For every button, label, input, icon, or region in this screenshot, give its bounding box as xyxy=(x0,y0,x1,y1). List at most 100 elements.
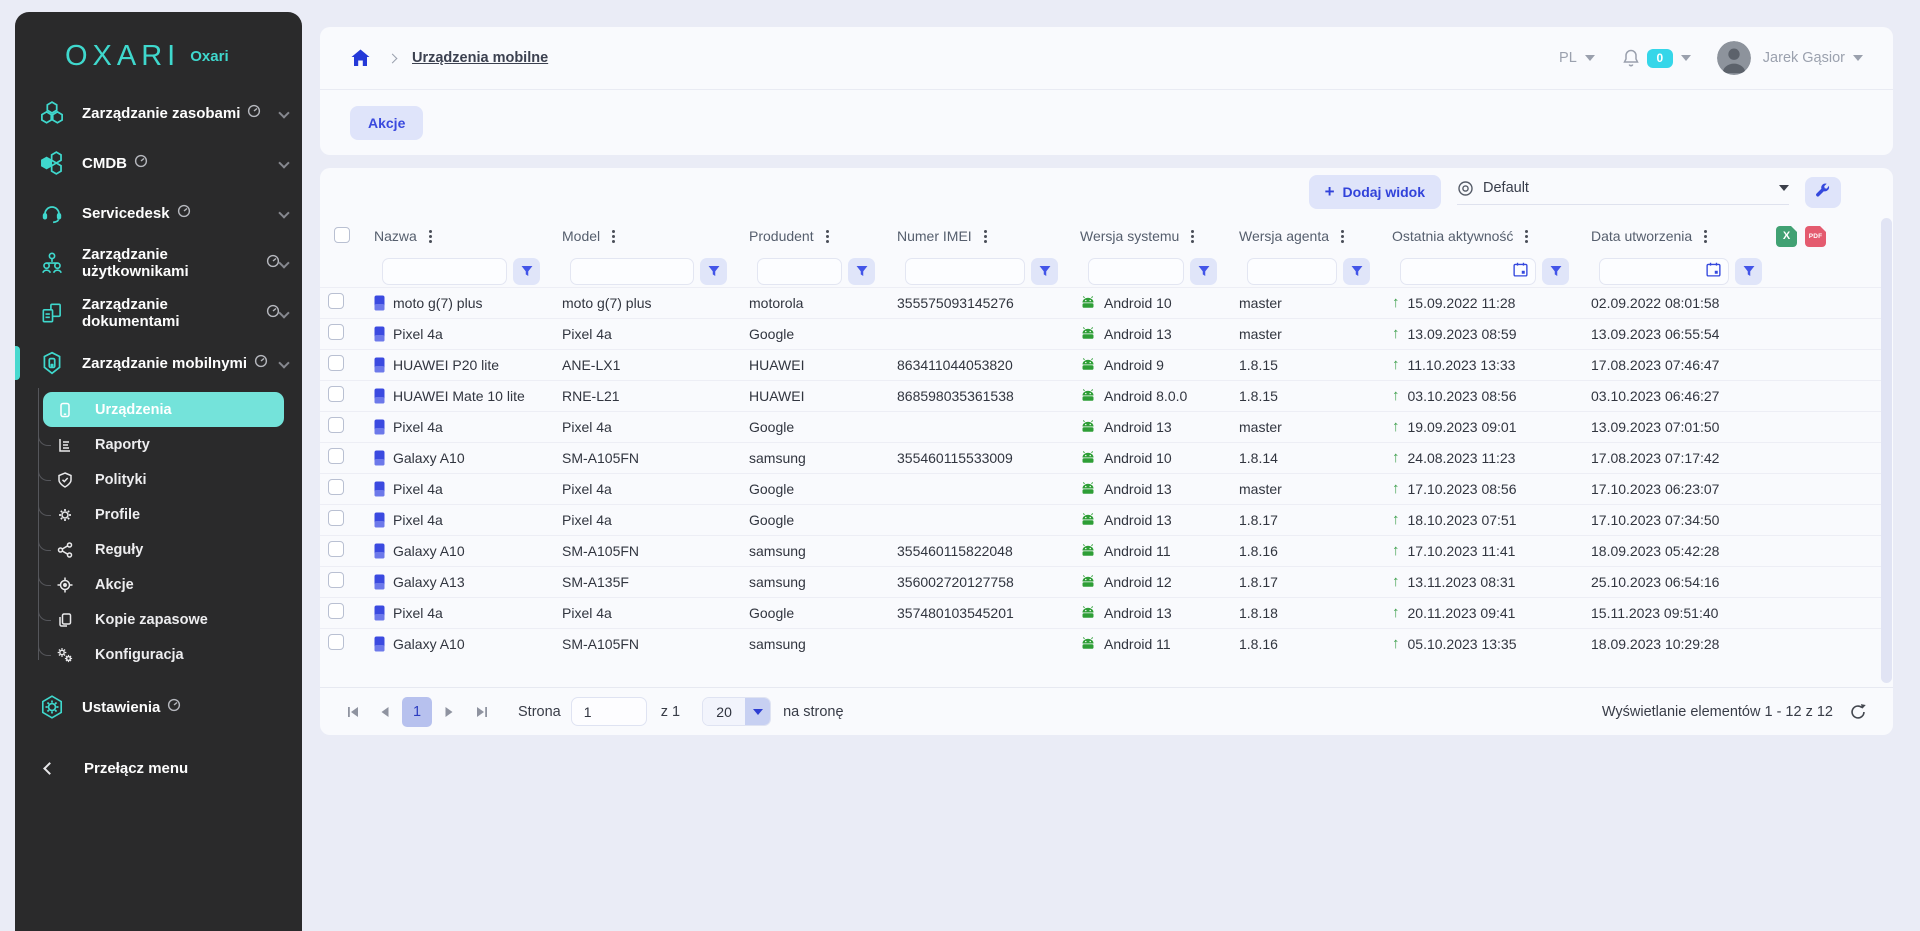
table-row[interactable]: Pixel 4a Pixel 4a Google Android 13 mast… xyxy=(320,473,1881,504)
table-row[interactable]: moto g(7) plus moto g(7) plus motorola 3… xyxy=(320,287,1881,318)
calendar-icon[interactable] xyxy=(1512,261,1530,281)
column-menu-icon[interactable] xyxy=(1191,235,1194,238)
row-checkbox[interactable] xyxy=(328,386,344,402)
filter-input-wersja-systemu[interactable] xyxy=(1088,258,1184,285)
first-page-button[interactable] xyxy=(338,697,368,727)
row-checkbox[interactable] xyxy=(328,479,344,495)
column-menu-icon[interactable] xyxy=(612,235,615,238)
row-checkbox[interactable] xyxy=(328,293,344,309)
language-selector[interactable]: PL xyxy=(1559,50,1595,66)
cell-vendor: Google xyxy=(741,473,889,504)
filter-funnel-button[interactable] xyxy=(1343,258,1370,285)
table-row[interactable]: Pixel 4a Pixel 4a Google 357480103545201… xyxy=(320,597,1881,628)
cell-name: Pixel 4a xyxy=(393,481,443,497)
table-row[interactable]: HUAWEI P20 lite ANE-LX1 HUAWEI 863411044… xyxy=(320,349,1881,380)
device-phone-icon xyxy=(374,574,385,590)
caret-down-icon xyxy=(1853,55,1863,61)
home-icon[interactable] xyxy=(350,48,371,68)
breadcrumb-link[interactable]: Urządzenia mobilne xyxy=(412,50,548,66)
page-of-label: z 1 xyxy=(661,704,680,720)
submenu-item-urzadzenia[interactable]: Urządzenia xyxy=(43,392,284,427)
filter-input-produdent[interactable] xyxy=(757,258,842,285)
notifications-menu[interactable]: 0 xyxy=(1621,48,1691,68)
actions-button[interactable]: Akcje xyxy=(350,106,423,140)
pdf-export-icon[interactable]: PDF xyxy=(1805,226,1826,247)
submenu-item-akcje[interactable]: Akcje xyxy=(43,567,302,602)
table-settings-button[interactable] xyxy=(1805,177,1841,208)
sidebar-item-zarzadzanie-mobilnymi[interactable]: Zarządzanie mobilnymi xyxy=(15,338,302,388)
sidebar-item-zarzadzanie-uzytkownikami[interactable]: Zarządzanie użytkownikami xyxy=(15,238,302,288)
sidebar-item-servicedesk[interactable]: Servicedesk xyxy=(15,188,302,238)
excel-export-icon[interactable]: X xyxy=(1776,226,1797,247)
row-checkbox[interactable] xyxy=(328,417,344,433)
chevron-left-icon xyxy=(43,762,56,775)
notification-badge: 0 xyxy=(1647,49,1673,68)
submenu-item-profile[interactable]: Profile xyxy=(43,497,302,532)
row-checkbox[interactable] xyxy=(328,324,344,340)
row-checkbox[interactable] xyxy=(328,603,344,619)
filter-input-imei[interactable] xyxy=(905,258,1025,285)
filter-funnel-button[interactable] xyxy=(848,258,875,285)
calendar-icon[interactable] xyxy=(1705,261,1723,281)
row-checkbox[interactable] xyxy=(328,634,344,650)
filter-funnel-button[interactable] xyxy=(513,258,540,285)
row-checkbox[interactable] xyxy=(328,541,344,557)
column-menu-icon[interactable] xyxy=(1341,235,1344,238)
table-row[interactable]: Galaxy A13 SM-A135F samsung 356002720127… xyxy=(320,566,1881,597)
row-checkbox[interactable] xyxy=(328,448,344,464)
filter-funnel-button[interactable] xyxy=(1735,258,1762,285)
sidebar-item-zarzadzanie-dokumentami[interactable]: Zarządzanie dokumentami xyxy=(15,288,302,338)
submenu-item-reguly[interactable]: Reguły xyxy=(43,532,302,567)
filter-input-nazwa[interactable] xyxy=(382,258,507,285)
gauge-icon xyxy=(167,698,181,717)
filter-input-model[interactable] xyxy=(570,258,694,285)
sidebar-item-zarzadzanie-zasobami[interactable]: Zarządzanie zasobami xyxy=(15,88,302,138)
page-number-button[interactable]: 1 xyxy=(402,697,432,727)
view-selector[interactable]: Default xyxy=(1457,180,1789,205)
select-all-checkbox[interactable] xyxy=(334,227,350,243)
filter-funnel-button[interactable] xyxy=(700,258,727,285)
filter-input-wersja-agenta[interactable] xyxy=(1247,258,1337,285)
table-row[interactable]: HUAWEI Mate 10 lite RNE-L21 HUAWEI 86859… xyxy=(320,380,1881,411)
row-checkbox[interactable] xyxy=(328,572,344,588)
column-menu-icon[interactable] xyxy=(1525,235,1528,238)
table-row[interactable]: Pixel 4a Pixel 4a Google Android 13 mast… xyxy=(320,318,1881,349)
table-row[interactable]: Galaxy A10 SM-A105FN samsung Android 11 … xyxy=(320,628,1881,659)
submenu-item-konfiguracja[interactable]: Konfiguracja xyxy=(43,637,302,672)
submenu-item-raporty[interactable]: Raporty xyxy=(43,427,302,462)
filter-funnel-button[interactable] xyxy=(1190,258,1217,285)
table-row[interactable]: Galaxy A10 SM-A105FN samsung 35546011553… xyxy=(320,442,1881,473)
submenu-item-polityki[interactable]: Polityki xyxy=(43,462,302,497)
column-menu-icon[interactable] xyxy=(826,235,829,238)
table-row[interactable]: Pixel 4a Pixel 4a Google Android 13 1.8.… xyxy=(320,504,1881,535)
toggle-menu-button[interactable]: Przełącz menu xyxy=(45,760,302,777)
submenu-item-kopie-zapasowe[interactable]: Kopie zapasowe xyxy=(43,602,302,637)
row-checkbox[interactable] xyxy=(328,355,344,371)
column-menu-icon[interactable] xyxy=(429,235,432,238)
next-page-button[interactable] xyxy=(434,697,464,727)
column-menu-icon[interactable] xyxy=(984,235,987,238)
sidebar-item-cmdb[interactable]: CMDB xyxy=(15,138,302,188)
refresh-button[interactable] xyxy=(1849,703,1867,721)
add-view-button[interactable]: + Dodaj widok xyxy=(1309,175,1441,209)
row-checkbox[interactable] xyxy=(328,510,344,526)
page-number-input[interactable] xyxy=(571,697,647,726)
filter-input-data-utworzenia[interactable] xyxy=(1600,259,1705,284)
filter-funnel-button[interactable] xyxy=(1542,258,1569,285)
table-row[interactable]: Galaxy A10 SM-A105FN samsung 35546011582… xyxy=(320,535,1881,566)
vertical-scrollbar[interactable] xyxy=(1881,218,1892,683)
cell-name: Galaxy A10 xyxy=(393,543,465,559)
table-row[interactable]: Pixel 4a Pixel 4a Google Android 13 mast… xyxy=(320,411,1881,442)
column-menu-icon[interactable] xyxy=(1704,235,1707,238)
chevron-down-icon xyxy=(278,257,289,268)
page-size-selector[interactable]: 20 xyxy=(702,697,771,726)
filter-row xyxy=(320,256,1881,287)
cell-created: 25.10.2023 06:54:16 xyxy=(1583,566,1776,597)
filter-input-ostatnia-aktywnosc[interactable] xyxy=(1401,259,1512,284)
cell-created: 17.10.2023 07:34:50 xyxy=(1583,504,1776,535)
previous-page-button[interactable] xyxy=(370,697,400,727)
sidebar-item-ustawienia[interactable]: Ustawienia xyxy=(15,682,302,732)
last-page-button[interactable] xyxy=(466,697,496,727)
user-menu[interactable]: Jarek Gąsior xyxy=(1717,41,1863,75)
filter-funnel-button[interactable] xyxy=(1031,258,1058,285)
